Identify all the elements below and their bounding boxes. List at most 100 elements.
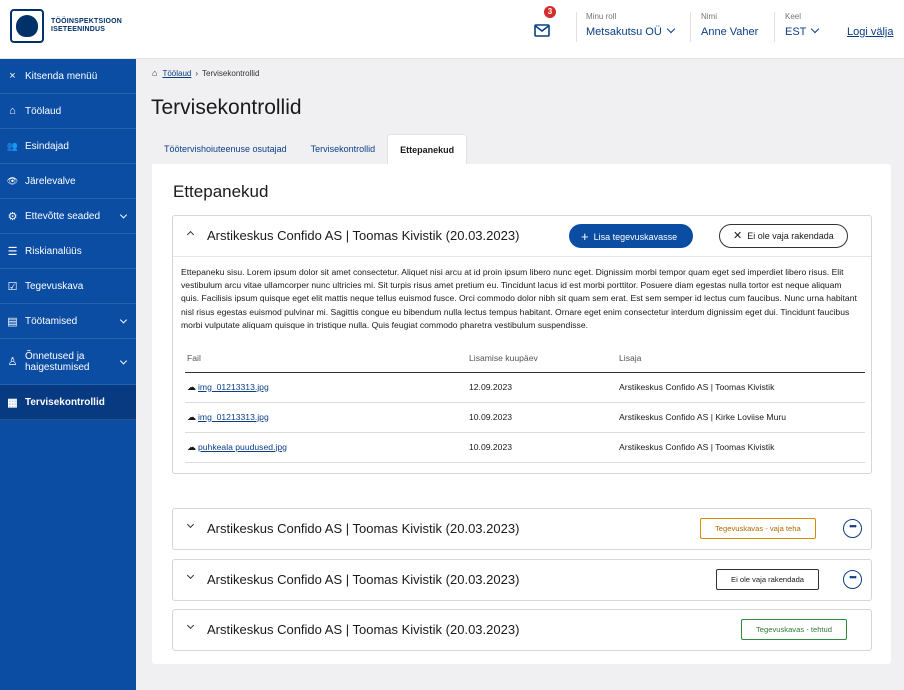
breadcrumb-current: Tervisekontrollid [202,68,260,78]
more-options-icon[interactable]: ••• [843,570,862,589]
sidebar-item-supervision[interactable]: 👁 Järelevalve [0,164,136,199]
status-badge: Tegevuskavas - vaja teha [700,518,816,539]
accordion-header[interactable]: Arstikeskus Confido AS | Toomas Kivistik… [173,216,871,256]
sidebar-item-health-checks[interactable]: ▦ Tervisekontrollid [0,385,136,420]
language-selector[interactable]: Keel EST [785,12,820,40]
users-icon: 👥 [6,140,19,151]
tab-bar: Töötervishoiuteenuse osutajad Tervisekon… [152,134,468,164]
files-table: Fail Lisamise kuupäev Lisaja ☁ img_012133… [185,344,865,463]
chevron-up-icon [186,230,195,239]
document-icon: ☰ [7,245,18,258]
accordion-title: Arstikeskus Confido AS | Toomas Kivistik… [207,622,520,637]
table-row: ☁ img_01213313.jpg 12.09.2023 Arstikeskus… [185,372,865,403]
sidebar: × Kitsenda menüü ⌂ Töölaud 👥 Esindajad 👁… [0,59,136,690]
sidebar-item-risk-analysis[interactable]: ☰ Riskianalüüs [0,234,136,269]
proposal-text: Ettepaneku sisu. Lorem ipsum dolor sit a… [181,267,857,330]
add-to-action-plan-button[interactable]: + Lisa tegevuskavasse [569,224,694,248]
chevron-down-icon [186,571,195,580]
proposal-accordion-expanded: Arstikeskus Confido AS | Toomas Kivistik… [172,215,872,474]
role-value: Metsakutsu OÜ [586,26,662,38]
date-cell: 10.09.2023 [467,432,617,463]
chevron-down-icon [119,356,128,365]
more-options-icon[interactable]: ••• [843,519,862,538]
divider [576,12,577,42]
chevron-down-icon [811,24,820,34]
cloud-download-icon: ☁ [187,381,196,392]
sidebar-item-dashboard[interactable]: ⌂ Töölaud [0,94,136,129]
close-icon: ✕ [733,230,743,242]
tab-health-checks[interactable]: Tervisekontrollid [299,134,388,164]
logo[interactable]: TÖÖINSPEKTSIOON ISETEENINDUS [10,9,122,43]
author-cell: Arstikeskus Confido AS | Toomas Kivistik [617,372,865,403]
accordion-header[interactable]: Arstikeskus Confido AS | Toomas Kivistik… [173,560,871,600]
plus-icon: + [581,229,589,244]
accordion-body: Ettepaneku sisu. Lorem ipsum dolor sit a… [173,256,871,473]
lang-value: EST [785,26,807,38]
column-header-file: Fail [185,344,467,373]
chevron-right-icon: › [195,68,199,78]
person-icon: ♙ [7,356,18,368]
home-icon: ⌂ [9,105,16,117]
chevron-down-icon [186,621,195,630]
status-badge: Tegevuskavas - tehtud [741,619,847,640]
role-label: Minu roll [586,12,617,21]
crest-icon [10,9,44,43]
breadcrumb-home-link[interactable]: Töölaud [162,69,191,78]
chevron-down-icon [119,211,128,219]
close-icon: × [9,70,16,82]
accordion-header[interactable]: Arstikeskus Confido AS | Toomas Kivistik… [173,610,871,650]
role-selector[interactable]: Minu roll Metsakutsu OÜ [586,12,676,40]
accordion-title: Arstikeskus Confido AS | Toomas Kivistik… [207,521,520,536]
page-title: Tervisekontrollid [151,96,302,119]
notification-badge: 3 [544,6,556,18]
chevron-down-icon [666,24,676,34]
app-header: TÖÖINSPEKTSIOON ISETEENINDUS 3 Minu roll… [0,0,904,59]
column-header-date: Lisamise kuupäev [467,344,617,373]
tab-proposals[interactable]: Ettepanekud [387,134,468,164]
sidebar-item-representatives[interactable]: 👥 Esindajad [0,129,136,164]
sidebar-item-action-plan[interactable]: ☑ Tegevuskava [0,269,136,304]
proposal-accordion: Arstikeskus Confido AS | Toomas Kivistik… [172,508,872,550]
proposal-accordion: Arstikeskus Confido AS | Toomas Kivistik… [172,559,872,601]
eye-icon: 👁 [6,175,19,186]
date-cell: 12.09.2023 [467,372,617,403]
status-badge: Ei ole vaja rakendada [716,569,820,590]
user-name: Nimi Anne Vaher [701,12,758,40]
breadcrumb: ⌂ Töölaud › Tervisekontrollid [152,68,259,78]
home-icon: ⌂ [152,68,158,78]
tab-providers[interactable]: Töötervishoiuteenuse osutajad [152,134,299,164]
sidebar-item-company-settings[interactable]: ⚙ Ettevõtte seaded [0,199,136,234]
sidebar-item-accidents[interactable]: ♙ Õnnetused ja haigestumised [0,339,136,385]
not-needed-button[interactable]: ✕ Ei ole vaja rakendada [719,224,848,248]
accordion-title: Arstikeskus Confido AS | Toomas Kivistik… [207,572,520,587]
chevron-down-icon [186,520,195,529]
file-link[interactable]: img_01213313.jpg [198,412,269,422]
section-title: Ettepanekud [173,182,269,201]
lang-label: Keel [785,12,802,21]
cloud-download-icon: ☁ [187,441,196,452]
table-row: ☁ puhkeala puudused.jpg 10.09.2023 Arstik… [185,432,865,463]
name-value: Anne Vaher [701,26,759,38]
accordion-header[interactable]: Arstikeskus Confido AS | Toomas Kivistik… [173,509,871,549]
accordion-title: Arstikeskus Confido AS | Toomas Kivistik… [207,228,520,243]
briefcase-icon: ▤ [7,315,18,328]
table-row: ☁ img_01213313.jpg 10.09.2023 Arstikeskus… [185,402,865,433]
sidebar-item-employments[interactable]: ▤ Töötamised [0,304,136,339]
checklist-icon: ☑ [7,280,18,293]
table-header-row: Fail Lisamise kuupäev Lisaja [185,344,865,373]
chevron-down-icon [119,316,128,324]
file-link[interactable]: img_01213313.jpg [198,382,269,392]
file-link[interactable]: puhkeala puudused.jpg [198,442,287,452]
content-panel: Ettepanekud Arstikeskus Confido AS | Too… [152,164,891,664]
logout-link[interactable]: Logi välja [847,26,893,38]
cloud-download-icon: ☁ [187,411,196,422]
clipboard-icon: ▦ [7,396,18,409]
name-label: Nimi [701,12,717,21]
column-header-author: Lisaja [617,344,865,373]
divider [774,12,775,42]
sidebar-item-collapse[interactable]: × Kitsenda menüü [0,59,136,94]
date-cell: 10.09.2023 [467,402,617,433]
logo-line2: ISETEENINDUS [51,26,106,33]
mail-icon[interactable] [534,20,550,38]
author-cell: Arstikeskus Confido AS | Kirke Loviise M… [617,402,865,433]
